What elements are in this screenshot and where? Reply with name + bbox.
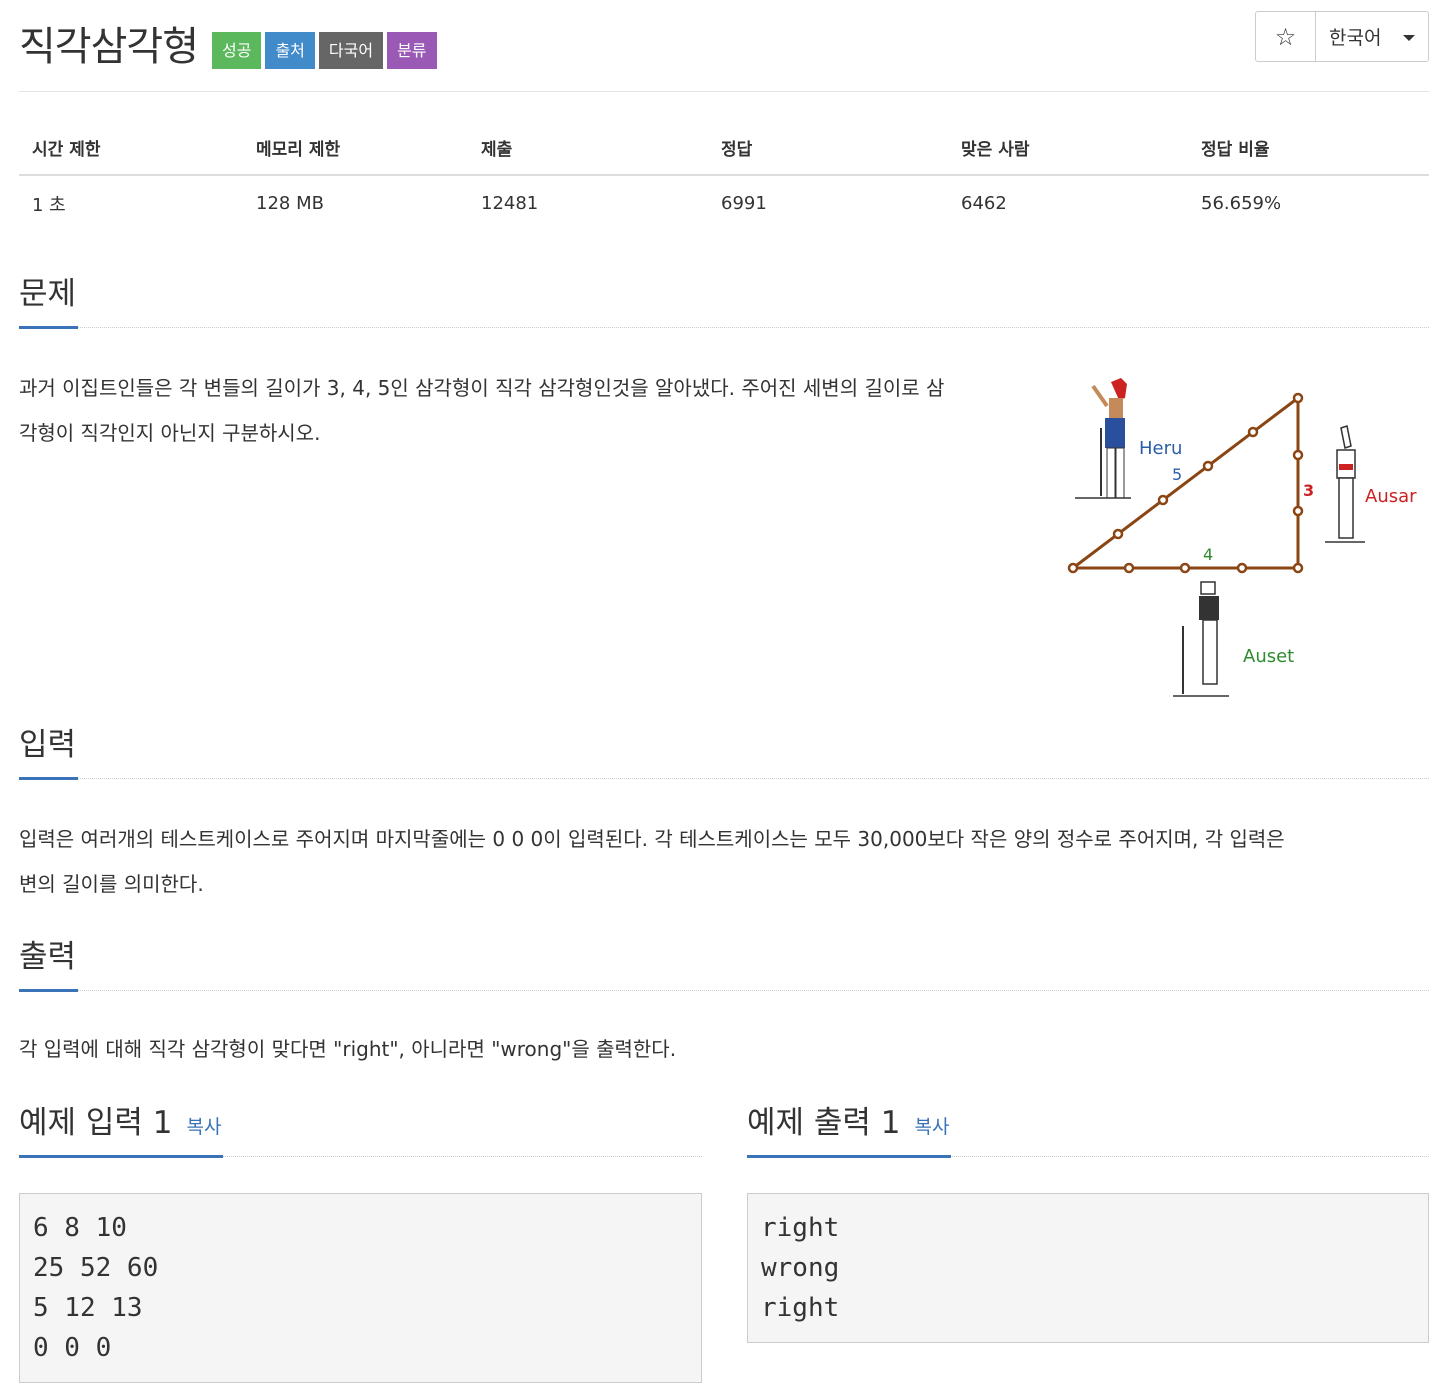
problem-heading-bar: 문제 — [19, 271, 1429, 329]
star-button[interactable]: ☆ — [1256, 12, 1316, 61]
sample-output-heading: 예제 출력 1 복사 — [747, 1101, 952, 1158]
auset-figure — [1173, 581, 1229, 697]
copy-sample-output-link[interactable]: 복사 — [915, 1116, 950, 1138]
heru-figure — [1075, 378, 1131, 499]
table-row: 1 초 128 MB 12481 6991 6462 56.659% — [19, 175, 1429, 231]
badge-source[interactable]: 출처 — [265, 31, 315, 69]
egyptian-triangle-figure: Heru 5 3 Ausar 4 Auset — [1067, 378, 1417, 697]
badge-group: 성공 출처 다국어 분류 — [212, 31, 437, 69]
output-description: 각 입력에 대해 직각 삼각형이 맞다면 "right", 아니라면 "wron… — [19, 1037, 677, 1061]
header-memory-limit: 메모리 제한 — [243, 120, 468, 176]
problem-info-table: 시간 제한 메모리 제한 제출 정답 맞은 사람 정답 비율 1 초 128 M… — [19, 120, 1429, 231]
sample-input-code[interactable]: 6 8 10 25 52 60 5 12 13 0 0 0 — [19, 1193, 702, 1383]
star-icon: ☆ — [1274, 22, 1297, 51]
table-header-row: 시간 제한 메모리 제한 제출 정답 맞은 사람 정답 비율 — [19, 120, 1429, 176]
input-description: 입력은 여러개의 테스트케이스로 주어지며 마지막줄에는 0 0 0이 입력된다… — [19, 817, 1429, 907]
label-side-5: 5 — [1172, 465, 1182, 484]
page-title: 직각삼각형 — [19, 24, 199, 70]
header-time-limit: 시간 제한 — [19, 120, 243, 176]
output-heading-bar: 출력 — [19, 934, 1429, 992]
cell-time-limit: 1 초 — [32, 194, 66, 216]
title-row: 직각삼각형 성공 출처 다국어 분류 — [19, 14, 437, 72]
cell-solved-users[interactable]: 6462 — [948, 175, 1188, 231]
sample-output-section: 예제 출력 1 복사 right wrong right — [747, 1100, 1429, 1343]
input-section: 입력 입력은 여러개의 테스트케이스로 주어지며 마지막줄에는 0 0 0이 입… — [19, 722, 1429, 907]
problem-text-line-2: 각형이 직각인지 아닌지 구분하시오. — [19, 421, 321, 445]
label-heru: Heru — [1139, 438, 1182, 459]
badge-success[interactable]: 성공 — [212, 31, 262, 69]
sample-input-heading: 예제 입력 1 복사 — [19, 1101, 224, 1158]
cell-submissions[interactable]: 12481 — [468, 175, 708, 231]
sample-output-code[interactable]: right wrong right — [747, 1193, 1429, 1343]
label-side-4: 4 — [1203, 545, 1213, 564]
input-heading-bar: 입력 — [19, 722, 1429, 780]
sample-output-heading-bar: 예제 출력 1 복사 — [747, 1100, 1429, 1158]
badge-category[interactable]: 분류 — [387, 31, 437, 69]
badge-multilang[interactable]: 다국어 — [318, 31, 384, 69]
label-ausar: Ausar — [1365, 486, 1417, 507]
problem-description: 과거 이집트인들은 각 변들의 길이가 3, 4, 5인 삼각형이 직각 삼각형… — [19, 366, 1059, 456]
sample-input-heading-bar: 예제 입력 1 복사 — [19, 1100, 702, 1158]
input-heading: 입력 — [19, 723, 79, 780]
header-solved-users: 맞은 사람 — [948, 120, 1188, 176]
chevron-down-icon — [1403, 34, 1416, 41]
language-label: 한국어 — [1329, 27, 1382, 49]
copy-sample-input-link[interactable]: 복사 — [187, 1116, 222, 1138]
header-accepted: 정답 — [708, 120, 948, 176]
sample-input-title: 예제 입력 1 — [19, 1105, 173, 1141]
label-side-3: 3 — [1303, 481, 1314, 500]
ausar-figure — [1325, 425, 1365, 543]
header-controls: ☆ 한국어 — [1255, 11, 1429, 62]
header-accept-ratio: 정답 비율 — [1188, 120, 1429, 176]
input-text-line-1: 입력은 여러개의 테스트케이스로 주어지며 마지막줄에는 0 0 0이 입력된다… — [19, 827, 1285, 851]
header-submissions: 제출 — [468, 120, 708, 176]
output-heading: 출력 — [19, 935, 79, 992]
cell-memory-limit: 128 MB — [256, 193, 324, 214]
problem-text-line-1: 과거 이집트인들은 각 변들의 길이가 3, 4, 5인 삼각형이 직각 삼각형… — [19, 376, 945, 400]
header-divider — [19, 91, 1429, 92]
cell-accept-ratio: 56.659% — [1201, 193, 1282, 214]
sample-input-section: 예제 입력 1 복사 6 8 10 25 52 60 5 12 13 0 0 0 — [19, 1100, 702, 1383]
label-auset: Auset — [1243, 646, 1294, 667]
problem-heading: 문제 — [19, 272, 79, 329]
input-text-line-2: 변의 길이를 의미한다. — [19, 872, 204, 896]
output-section: 출력 각 입력에 대해 직각 삼각형이 맞다면 "right", 아니라면 "w… — [19, 934, 1429, 1072]
sample-output-title: 예제 출력 1 — [747, 1105, 901, 1141]
language-dropdown[interactable]: 한국어 — [1316, 12, 1428, 61]
cell-accepted[interactable]: 6991 — [708, 175, 948, 231]
